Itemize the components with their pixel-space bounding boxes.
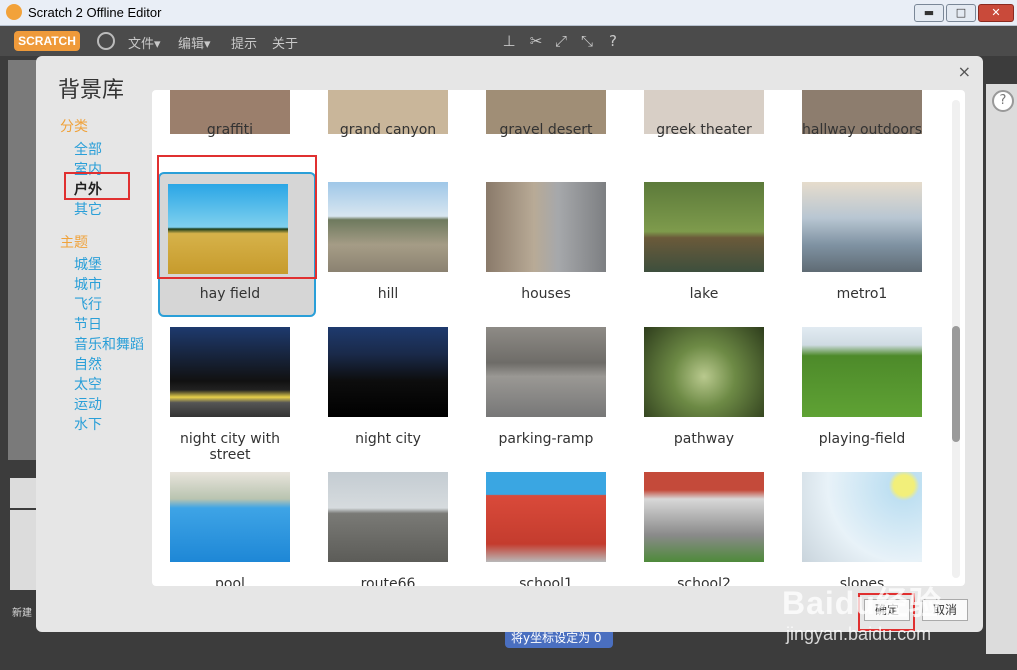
window-title: Scratch 2 Offline Editor — [28, 5, 162, 20]
category-all[interactable]: 全部 — [74, 139, 102, 159]
thumbnail-image — [486, 327, 606, 417]
tile-label: lake — [689, 286, 719, 302]
category-heading: 分类 — [60, 119, 88, 135]
stage-panel — [8, 60, 38, 460]
cut-tool-icon[interactable]: ✂ — [527, 32, 545, 50]
tile-label: hill — [377, 286, 399, 302]
tile-hill[interactable]: hill — [318, 182, 476, 327]
dialog-title: 背景库 — [58, 78, 125, 103]
new-backdrop-label: 新建 — [12, 608, 32, 619]
menu-tips[interactable]: 提示 — [231, 33, 257, 52]
baidu-watermark: Baidu经验 — [782, 585, 942, 621]
tile-label: grand canyon — [339, 122, 437, 138]
tile-label: night city — [355, 431, 421, 447]
thumbnail-image — [802, 472, 922, 562]
tile-school1[interactable]: school1 — [476, 472, 634, 586]
tile-houses[interactable]: houses — [476, 182, 634, 327]
backdrop-library-dialog: 背景库 × 分类 全部 室内 户外 其它 主题 城堡 城市 飞行 节日 音乐和舞… — [36, 56, 983, 632]
tile-label: metro1 — [836, 286, 888, 302]
tile-grand-canyon[interactable]: grand canyon — [318, 90, 476, 189]
tile-label: playing-field — [818, 431, 906, 447]
script-area-edge — [986, 84, 1017, 654]
theme-flying[interactable]: 飞行 — [74, 294, 102, 314]
language-globe-icon[interactable] — [97, 32, 115, 50]
thumbnail-image — [328, 327, 448, 417]
tile-night-city-street[interactable]: night city with street — [160, 327, 318, 472]
scrollbar-track[interactable] — [952, 100, 960, 578]
category-other[interactable]: 其它 — [74, 199, 102, 219]
theme-space[interactable]: 太空 — [74, 374, 102, 394]
thumbnail-image — [170, 327, 290, 417]
menu-file[interactable]: 文件▾ — [128, 33, 161, 52]
tile-label: greek theater — [656, 122, 752, 138]
scratch-cat-icon — [6, 4, 22, 20]
scrollbar-thumb[interactable] — [952, 326, 960, 442]
tile-pathway[interactable]: pathway — [634, 327, 792, 472]
thumbnail-image — [486, 182, 606, 272]
scratch-menubar: SCRATCH 文件▾ 编辑▾ 提示 关于 ⊥ ✂ ⤢ ⤡ ? — [0, 26, 1017, 56]
tile-gravel-desert[interactable]: gravel desert — [476, 90, 634, 189]
theme-underwater[interactable]: 水下 — [74, 414, 102, 434]
watermark-url: jingyan.baidu.com — [786, 624, 932, 644]
tile-label: graffiti — [206, 122, 254, 138]
thumbnail-image — [644, 182, 764, 272]
scratch-logo[interactable]: SCRATCH — [14, 31, 80, 51]
tile-route66[interactable]: route66 — [318, 472, 476, 586]
thumbnail-image — [644, 472, 764, 562]
highlight-hay-field — [157, 155, 317, 279]
tile-label: route66 — [360, 576, 416, 586]
grow-tool-icon[interactable]: ⤢ — [552, 32, 570, 50]
highlight-outdoors — [64, 172, 130, 200]
stamp-tool-icon[interactable]: ⊥ — [500, 32, 518, 50]
thumbnail-image — [486, 472, 606, 562]
tile-night-city[interactable]: night city — [318, 327, 476, 472]
thumbnail-image — [170, 472, 290, 562]
tile-label: school1 — [519, 576, 573, 586]
help-icon[interactable]: ? — [992, 90, 1014, 112]
tile-pool[interactable]: pool — [160, 472, 318, 586]
thumbnail-image — [328, 182, 448, 272]
minimize-button[interactable]: ▬ — [914, 4, 944, 22]
tile-metro1[interactable]: metro1 — [792, 182, 950, 327]
tile-greek-theater[interactable]: greek theater — [634, 90, 792, 189]
tile-slopes[interactable]: slopes — [792, 472, 950, 586]
thumbnail-image — [802, 327, 922, 417]
theme-castle[interactable]: 城堡 — [74, 254, 102, 274]
tile-label: hallway outdoors — [802, 122, 922, 138]
menu-edit[interactable]: 编辑▾ — [178, 33, 211, 52]
tile-label: school2 — [677, 576, 731, 586]
theme-music-dance[interactable]: 音乐和舞蹈 — [74, 334, 144, 354]
menu-about[interactable]: 关于 — [272, 33, 298, 52]
tile-playing-field[interactable]: playing-field — [792, 327, 950, 472]
tile-hallway-outdoors[interactable]: hallway outdoors — [792, 90, 950, 189]
shrink-tool-icon[interactable]: ⤡ — [578, 32, 596, 50]
theme-holiday[interactable]: 节日 — [74, 314, 102, 334]
tile-label: pool — [215, 576, 245, 586]
sprite-tab — [10, 478, 36, 508]
tile-label: houses — [521, 286, 571, 302]
tile-lake[interactable]: lake — [634, 182, 792, 327]
theme-city[interactable]: 城市 — [74, 274, 102, 294]
thumbnail-image — [644, 327, 764, 417]
backdrop-grid: graffiti grand canyon gravel desert gree… — [152, 90, 965, 586]
theme-heading: 主题 — [60, 235, 88, 251]
tile-label: hay field — [199, 286, 261, 302]
tile-label: gravel desert — [499, 122, 593, 138]
close-window-button[interactable]: ✕ — [978, 4, 1014, 22]
close-icon[interactable]: × — [958, 62, 971, 81]
tile-label: pathway — [673, 431, 735, 447]
maximize-button[interactable]: □ — [946, 4, 976, 22]
tile-parking-ramp[interactable]: parking-ramp — [476, 327, 634, 472]
thumbnail-image — [802, 182, 922, 272]
theme-nature[interactable]: 自然 — [74, 354, 102, 374]
sprite-list — [10, 510, 36, 590]
help-tool-icon[interactable]: ? — [604, 32, 622, 50]
theme-sports[interactable]: 运动 — [74, 394, 102, 414]
tile-label: parking-ramp — [498, 431, 594, 447]
tile-label: night city with street — [180, 431, 280, 463]
thumbnail-image — [328, 472, 448, 562]
window-titlebar: Scratch 2 Offline Editor ▬ □ ✕ — [0, 0, 1017, 26]
tile-school2[interactable]: school2 — [634, 472, 792, 586]
